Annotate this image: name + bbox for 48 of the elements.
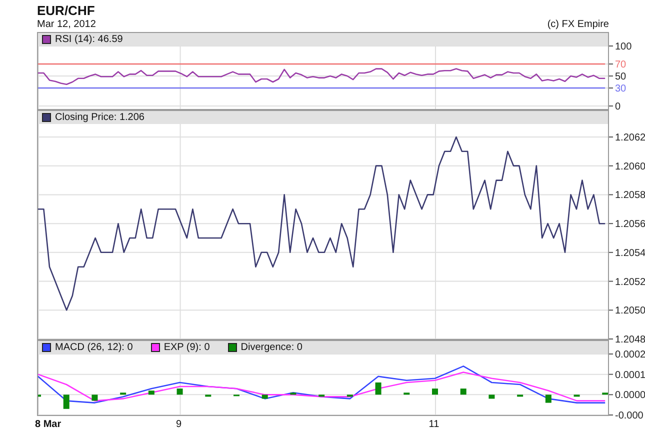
- axis-label: 1.2056: [615, 219, 645, 230]
- axis-label: 0: [615, 102, 621, 112]
- axis-label: 0.0000: [615, 390, 645, 402]
- divergence-bar: [63, 394, 70, 409]
- axis-label: 0.0002: [615, 350, 645, 360]
- chart-title: EUR/CHF: [37, 3, 96, 19]
- legend-label: RSI (14): 46.59: [55, 34, 123, 45]
- axis-label: 1.2062: [615, 132, 645, 144]
- divergence-bar: [148, 390, 154, 395]
- divergence-bar: [488, 394, 495, 399]
- axis-label: 8 Mar: [35, 419, 62, 430]
- axis-label: 0.0001: [615, 370, 645, 381]
- divergence-bar: [120, 392, 126, 395]
- copyright-label: (c) FX Empire: [547, 19, 609, 31]
- axis-label: 70: [615, 60, 626, 70]
- divergence-bar: [545, 394, 552, 403]
- axis-label: 1.2060: [615, 161, 645, 172]
- axis-label: 11: [428, 419, 440, 430]
- axis-label: 1.2048: [615, 334, 645, 346]
- divergence-bar: [318, 394, 325, 397]
- axis-label: 30: [615, 84, 626, 94]
- axis-label: 1.2054: [615, 248, 645, 259]
- date-label: Mar 12, 2012: [37, 19, 96, 31]
- legend-label: EXP (9): 0: [164, 342, 210, 353]
- divergence-bar: [346, 394, 353, 397]
- axis-label: 50: [615, 72, 626, 82]
- divergence-bar: [432, 388, 438, 395]
- axis-label: 100: [615, 42, 632, 52]
- divergence-bar: [205, 394, 212, 397]
- divergence-bar: [602, 392, 608, 395]
- divergence-bar: [92, 394, 98, 401]
- divergence-bar: [404, 392, 410, 395]
- axis-label: -0.000: [615, 410, 644, 422]
- divergence-bar: [290, 392, 296, 395]
- divergence-bar: [262, 394, 268, 399]
- divergence-bar: [176, 388, 183, 395]
- axis-label: 1.2052: [615, 276, 645, 288]
- legend-label: MACD (26, 12): 0: [55, 342, 133, 353]
- legend-label: Divergence: 0: [240, 342, 302, 353]
- axis-label: 1.2050: [615, 306, 645, 317]
- axis-label: 1.2058: [615, 190, 645, 202]
- divergence-bar: [574, 394, 580, 397]
- axis-label: 9: [176, 419, 182, 430]
- divergence-bar: [517, 394, 524, 397]
- divergence-bar: [38, 394, 41, 397]
- divergence-bar: [375, 382, 382, 395]
- divergence-bar: [460, 388, 466, 395]
- legend-label: Closing Price: 1.206: [55, 112, 144, 123]
